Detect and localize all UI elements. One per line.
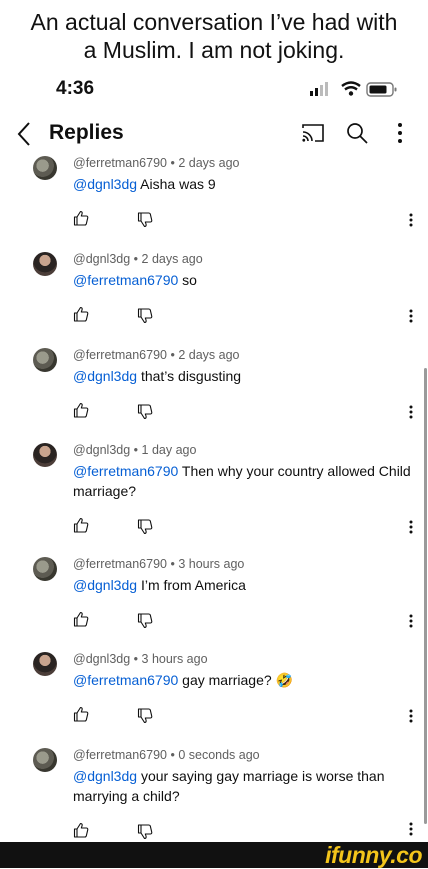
comment-age: 0 seconds ago — [178, 748, 260, 762]
comment-more-icon[interactable] — [408, 308, 414, 329]
like-icon[interactable] — [73, 822, 89, 843]
like-icon[interactable] — [73, 706, 89, 727]
comment-author[interactable]: @dgnl3dg — [73, 443, 130, 457]
like-icon[interactable] — [73, 210, 89, 231]
comment-age: 2 days ago — [141, 252, 203, 266]
dislike-icon[interactable] — [137, 708, 153, 729]
comment-meta: @ferretman6790 • 2 days ago — [73, 348, 240, 362]
avatar[interactable] — [33, 557, 57, 581]
comment-body: @dgnl3dg that’s disgusting — [73, 366, 413, 386]
comment-author[interactable]: @ferretman6790 — [73, 348, 167, 362]
comment-age: 2 days ago — [178, 348, 240, 362]
dislike-icon[interactable] — [137, 308, 153, 329]
replies-thread: @ferretman6790 • 2 days ago @dgnl3dg Ais… — [0, 0, 428, 868]
watermark-bar: ifunny.co — [0, 842, 428, 868]
comment-text: Aisha was 9 — [140, 176, 216, 192]
comment-more-icon[interactable] — [408, 708, 414, 729]
comment-meta: @ferretman6790 • 3 hours ago — [73, 557, 245, 571]
comment-mention[interactable]: @ferretman6790 — [73, 672, 178, 688]
comment-body: @dgnl3dg Aisha was 9 — [73, 174, 413, 194]
comment-meta: @dgnl3dg • 2 days ago — [73, 252, 203, 266]
comment-more-icon[interactable] — [408, 519, 414, 540]
avatar[interactable] — [33, 156, 57, 180]
avatar[interactable] — [33, 252, 57, 276]
comment-mention[interactable]: @dgnl3dg — [73, 176, 137, 192]
comment-author[interactable]: @dgnl3dg — [73, 252, 130, 266]
comment-more-icon[interactable] — [408, 613, 414, 634]
ifunny-watermark: ifunny.co — [325, 842, 422, 868]
comment-author[interactable]: @ferretman6790 — [73, 156, 167, 170]
comment-author[interactable]: @dgnl3dg — [73, 652, 130, 666]
comment-text: I’m from America — [140, 577, 246, 593]
comment-more-icon[interactable] — [408, 404, 414, 425]
avatar[interactable] — [33, 443, 57, 467]
comment-more-icon[interactable] — [408, 821, 414, 842]
comment-body: @ferretman6790 gay marriage? 🤣 — [73, 670, 413, 690]
comment-meta: @ferretman6790 • 2 days ago — [73, 156, 240, 170]
comment-meta: @dgnl3dg • 3 hours ago — [73, 652, 208, 666]
scrollbar[interactable] — [424, 368, 427, 824]
comment-text: so — [182, 272, 197, 288]
comment-mention[interactable]: @dgnl3dg — [73, 577, 137, 593]
comment-text: gay marriage? 🤣 — [182, 672, 293, 688]
comment-more-icon[interactable] — [408, 212, 414, 233]
dislike-icon[interactable] — [137, 212, 153, 233]
comment-mention[interactable]: @dgnl3dg — [73, 368, 137, 384]
avatar[interactable] — [33, 348, 57, 372]
comment-age: 2 days ago — [178, 156, 240, 170]
comment-body: @ferretman6790 so — [73, 270, 413, 290]
avatar[interactable] — [33, 748, 57, 772]
comment-mention[interactable]: @dgnl3dg — [73, 768, 137, 784]
comment-mention[interactable]: @ferretman6790 — [73, 272, 178, 288]
comment-age: 3 hours ago — [178, 557, 245, 571]
comment-body: @dgnl3dg your saying gay marriage is wor… — [73, 766, 413, 806]
like-icon[interactable] — [73, 306, 89, 327]
comment-body: @dgnl3dg I’m from America — [73, 575, 413, 595]
comment-meta: @ferretman6790 • 0 seconds ago — [73, 748, 260, 762]
like-icon[interactable] — [73, 402, 89, 423]
dislike-icon[interactable] — [137, 613, 153, 634]
comment-text: that’s disgusting — [140, 368, 242, 384]
comment-mention[interactable]: @ferretman6790 — [73, 463, 178, 479]
comment-meta: @dgnl3dg • 1 day ago — [73, 443, 197, 457]
dislike-icon[interactable] — [137, 404, 153, 425]
comment-age: 1 day ago — [141, 443, 197, 457]
comment-author[interactable]: @ferretman6790 — [73, 748, 167, 762]
dislike-icon[interactable] — [137, 519, 153, 540]
comment-author[interactable]: @ferretman6790 — [73, 557, 167, 571]
comment-body: @ferretman6790 Then why your country all… — [73, 461, 413, 501]
like-icon[interactable] — [73, 611, 89, 632]
like-icon[interactable] — [73, 517, 89, 538]
comment-age: 3 hours ago — [141, 652, 208, 666]
avatar[interactable] — [33, 652, 57, 676]
